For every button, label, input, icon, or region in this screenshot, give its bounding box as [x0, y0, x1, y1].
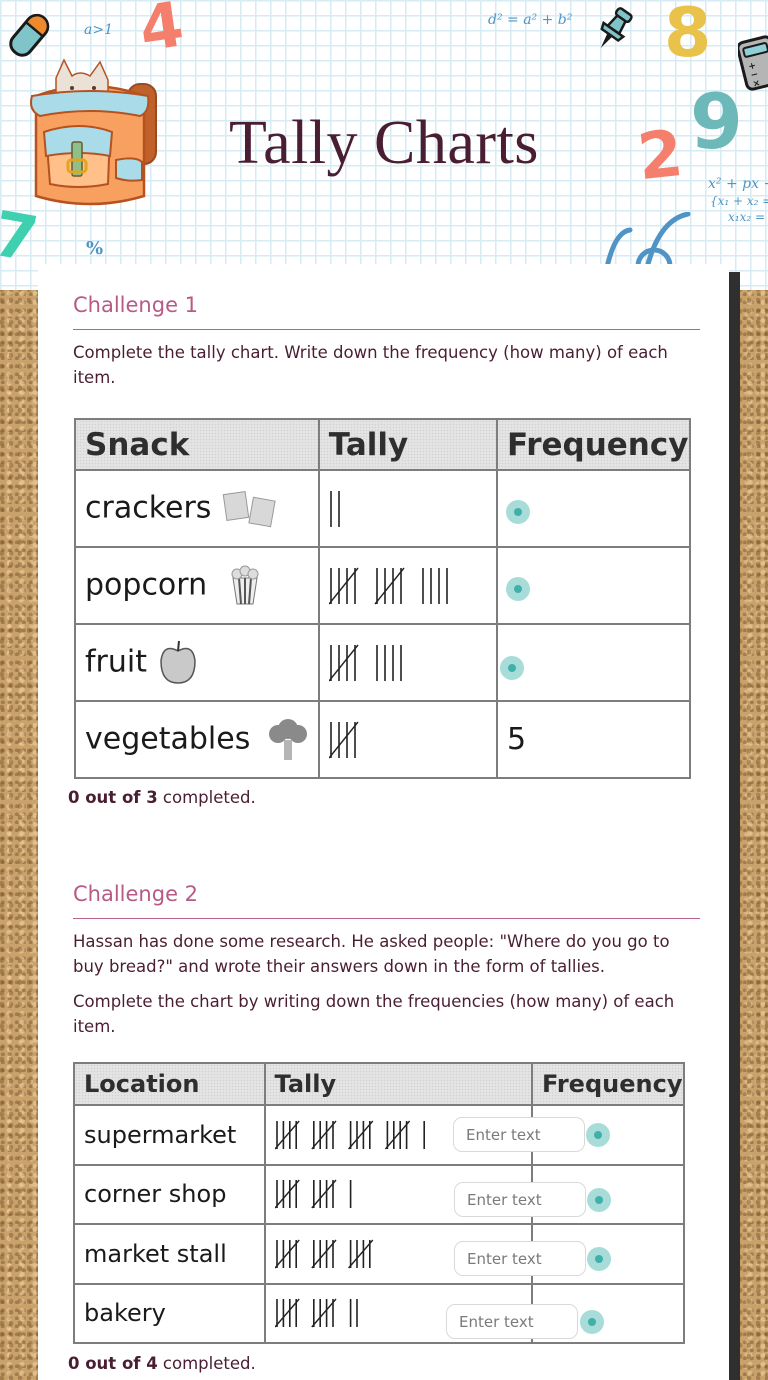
tally-cell — [317, 700, 499, 779]
frequency-cell — [496, 546, 691, 625]
challenge-1-heading: Challenge 1 — [73, 293, 199, 317]
number-9: 9 — [690, 77, 743, 166]
math-a-gt-1: a>1 — [84, 22, 113, 38]
answer-check-dot[interactable] — [580, 1310, 604, 1334]
location-cell: bakery — [73, 1282, 266, 1344]
number-7: 7 — [0, 196, 44, 277]
divider — [73, 329, 700, 330]
header-banner: a>1 4 7 % Tally Charts d² = a² + b² 8 + … — [0, 0, 768, 290]
column-header-frequency: Frequency — [530, 1062, 686, 1106]
frequency-input-supermarket[interactable] — [453, 1117, 585, 1152]
location-cell: supermarket — [73, 1104, 266, 1166]
math-vieta-sum: {x₁ + x₂ = — [710, 194, 768, 208]
number-2: 2 — [634, 116, 687, 196]
crackers-icon — [223, 490, 277, 527]
column-header-frequency: Frequency — [496, 418, 691, 471]
table-row: crackers — [74, 469, 691, 548]
answer-input-dot[interactable] — [500, 656, 524, 680]
snack-cell: popcorn — [74, 546, 320, 625]
answer-check-dot[interactable] — [586, 1123, 610, 1147]
tally-marks — [329, 490, 340, 527]
frequency-value: 5 — [507, 722, 527, 757]
math-pythagoras: d² = a² + b² — [488, 12, 573, 28]
divider — [73, 918, 700, 919]
challenge-2-heading: Challenge 2 — [73, 882, 199, 906]
frequency-input-corner-shop[interactable] — [454, 1182, 586, 1217]
tally-five-slash — [374, 567, 405, 604]
tally-cell — [317, 546, 499, 625]
frequency-cell — [496, 469, 691, 548]
table-row: fruit — [74, 623, 691, 702]
frequency-input-bakery[interactable] — [446, 1304, 578, 1339]
snack-label: vegetables — [85, 721, 251, 756]
completed-count: 0 out of 4 — [68, 1354, 158, 1373]
tally-marks — [274, 1239, 373, 1269]
location-cell: market stall — [73, 1223, 266, 1285]
answer-check-dot[interactable] — [587, 1247, 611, 1271]
frequency-cell — [496, 623, 691, 702]
snack-label: fruit — [85, 644, 148, 679]
apple-icon — [160, 640, 196, 684]
snack-tally-table: Snack Tally Frequency crackers popcorn f… — [74, 418, 691, 779]
frequency-cell: 5 — [496, 700, 691, 779]
completed-suffix: completed. — [157, 1354, 256, 1373]
glasses-doodle — [603, 212, 691, 272]
tally-cell — [317, 623, 499, 702]
location-cell: corner shop — [73, 1163, 266, 1225]
tally-marks — [274, 1179, 351, 1209]
column-header-location: Location — [73, 1062, 266, 1106]
eraser-icon — [9, 13, 50, 57]
math-percent: % — [86, 238, 104, 259]
answer-input-dot[interactable] — [506, 577, 530, 601]
answer-input-dot[interactable] — [506, 500, 530, 524]
completed-count: 0 out of 3 — [68, 788, 158, 807]
broccoli-icon — [269, 718, 308, 760]
tally-marks — [328, 567, 448, 604]
tally-five-slash — [328, 567, 359, 604]
challenge-1-status: 0 out of 3 completed. — [68, 788, 256, 807]
number-8: 8 — [664, 0, 712, 73]
answer-check-dot[interactable] — [587, 1188, 611, 1212]
table-row: popcorn — [74, 546, 691, 625]
math-vieta-product: x₁x₂ = — [728, 210, 766, 224]
tally-five-slash — [328, 644, 359, 681]
scrollbar[interactable] — [729, 272, 740, 1380]
challenge-2-status: 0 out of 4 completed. — [68, 1354, 256, 1373]
snack-label: popcorn — [85, 567, 208, 602]
tally-marks — [274, 1298, 358, 1328]
challenge-1-instructions: Complete the tally chart. Write down the… — [73, 343, 668, 387]
frequency-input-market-stall[interactable] — [454, 1241, 586, 1276]
completed-suffix: completed. — [157, 788, 256, 807]
tally-cell — [317, 469, 499, 548]
column-header-tally: Tally — [317, 418, 499, 471]
tally-marks — [274, 1120, 425, 1150]
snack-label: crackers — [85, 490, 212, 525]
tally-marks — [328, 644, 402, 681]
snack-cell: vegetables — [74, 700, 320, 779]
table-row: vegetables 5 — [74, 700, 691, 779]
number-4: 4 — [135, 0, 188, 66]
column-header-snack: Snack — [74, 418, 320, 471]
tally-five-slash — [328, 721, 359, 758]
math-quadratic: x² + px + — [708, 176, 768, 192]
snack-cell: crackers — [74, 469, 320, 548]
snack-cell: fruit — [74, 623, 320, 702]
tally-marks — [328, 721, 359, 758]
challenge-2-instructions: Complete the chart by writing down the f… — [73, 992, 675, 1036]
pushpin-icon — [600, 7, 633, 48]
challenge-2-intro: Hassan has done some research. He asked … — [73, 932, 670, 976]
popcorn-icon — [231, 565, 259, 604]
column-header-tally: Tally — [263, 1062, 533, 1106]
